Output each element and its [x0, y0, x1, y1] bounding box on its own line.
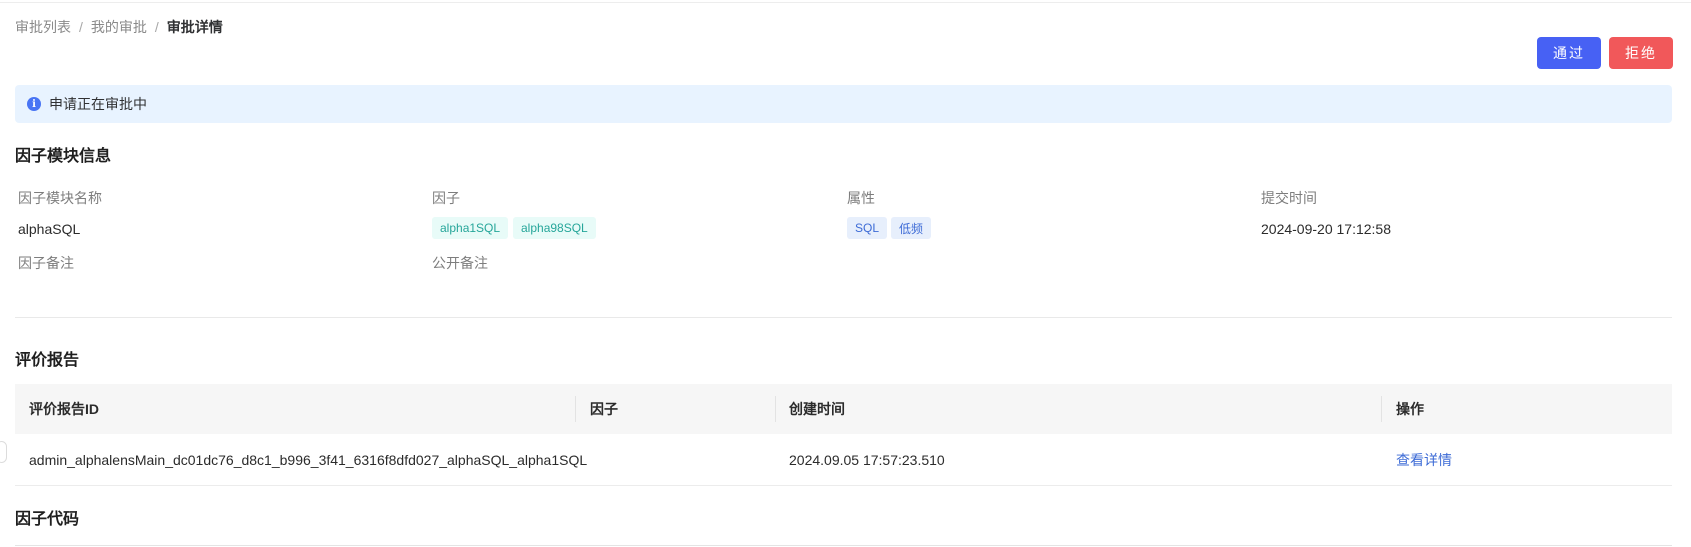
- view-details-link[interactable]: 查看详情: [1396, 434, 1452, 485]
- column-header-actions: 操作: [1396, 401, 1424, 417]
- report-created-cell: 2024.09.05 17:57:23.510: [789, 451, 945, 468]
- column-divider: [775, 396, 776, 422]
- reject-button[interactable]: 拒绝: [1609, 37, 1673, 69]
- column-header-factor: 因子: [590, 401, 618, 417]
- attribute-tag: 低频: [891, 217, 932, 239]
- factor-tag: alpha1SQL: [432, 217, 509, 239]
- public-note-label: 公开备注: [432, 255, 488, 271]
- breadcrumb-separator: /: [154, 19, 159, 35]
- section-divider: [15, 317, 1672, 318]
- submit-time-value: 2024-09-20 17:12:58: [1261, 221, 1391, 237]
- info-icon: i: [27, 97, 41, 111]
- breadcrumb-separator: /: [79, 19, 83, 35]
- factor-code-title: 因子代码: [15, 511, 80, 528]
- approve-button[interactable]: 通过: [1537, 37, 1601, 69]
- breadcrumb: 审批列表 / 我的审批 / 审批详情: [15, 17, 223, 37]
- attributes-label: 属性: [847, 190, 875, 206]
- factor-module-title: 因子模块信息: [15, 148, 112, 165]
- column-divider: [575, 396, 576, 422]
- factor-tag: alpha98SQL: [513, 217, 596, 239]
- column-divider: [1381, 396, 1382, 422]
- drag-handle[interactable]: [0, 441, 7, 463]
- code-panel-border: [15, 545, 1672, 546]
- report-table: 评价报告ID 因子 创建时间 操作 admin_alphalensMain_dc…: [15, 384, 1672, 486]
- report-title: 评价报告: [15, 352, 80, 369]
- column-header-created: 创建时间: [789, 401, 845, 417]
- status-alert: i 申请正在审批中: [15, 85, 1672, 123]
- breadcrumb-item-my-approvals[interactable]: 我的审批: [91, 17, 147, 37]
- attribute-tag: SQL: [847, 217, 888, 239]
- breadcrumb-item-approval-list[interactable]: 审批列表: [15, 17, 71, 37]
- top-divider: [0, 2, 1691, 3]
- module-name-label: 因子模块名称: [18, 190, 102, 206]
- factor-note-label: 因子备注: [18, 255, 74, 271]
- table-row: admin_alphalensMain_dc01dc76_d8c1_b996_3…: [15, 434, 1672, 486]
- status-alert-message: 申请正在审批中: [49, 96, 147, 112]
- table-header: 评价报告ID 因子 创建时间 操作: [15, 384, 1672, 434]
- report-id-cell: admin_alphalensMain_dc01dc76_d8c1_b996_3…: [29, 451, 588, 468]
- module-name-value: alphaSQL: [18, 221, 81, 237]
- submit-time-label: 提交时间: [1261, 190, 1317, 206]
- factors-label: 因子: [432, 190, 460, 206]
- column-header-report-id: 评价报告ID: [29, 401, 99, 417]
- breadcrumb-current: 审批详情: [166, 19, 223, 35]
